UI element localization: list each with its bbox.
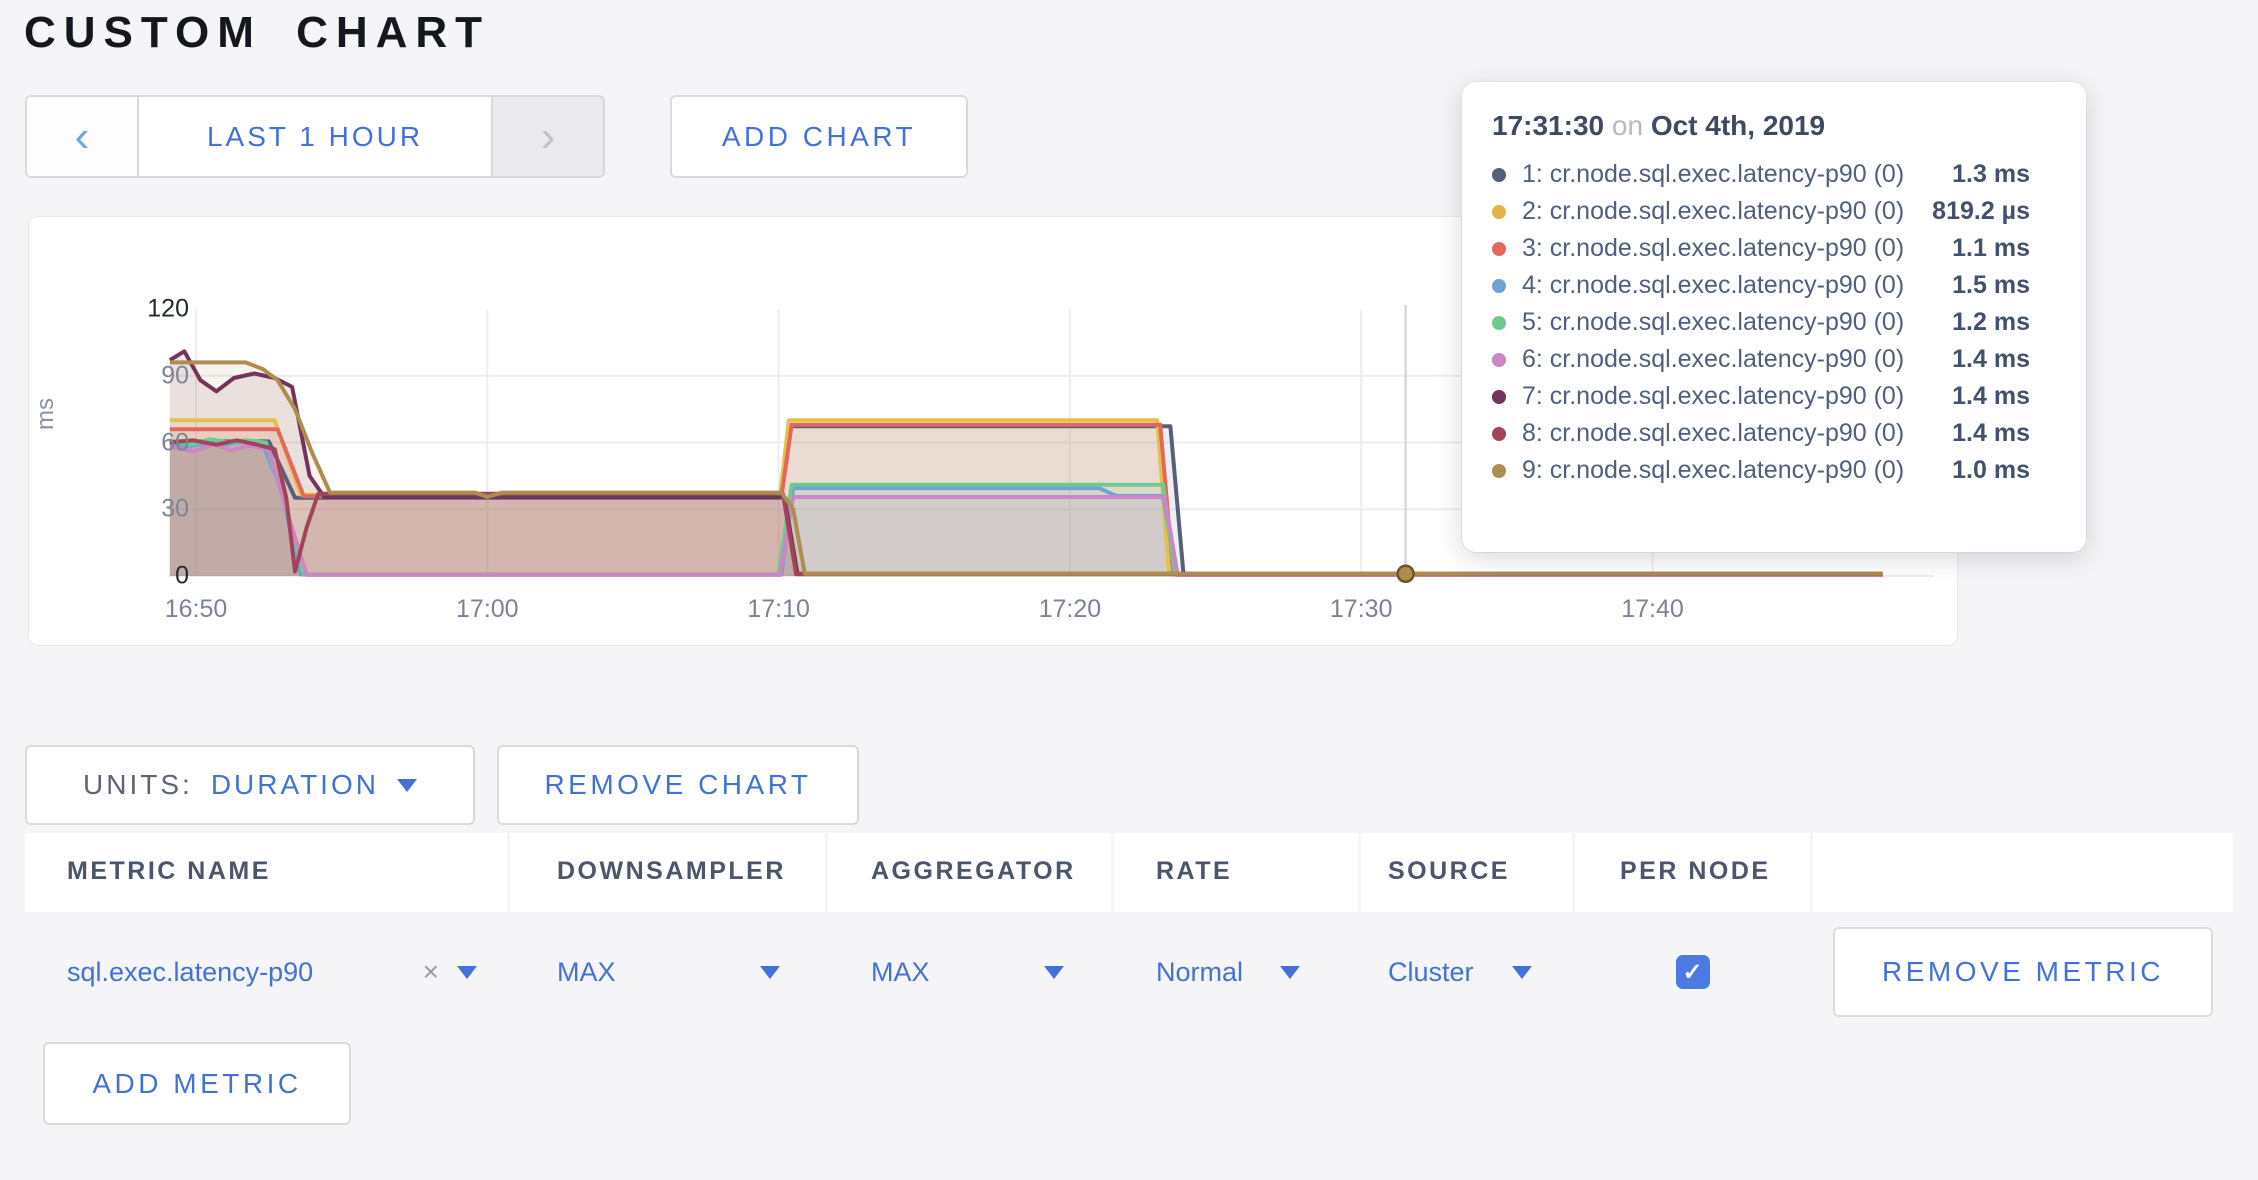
tooltip-series-row: 8: cr.node.sql.exec.latency-p90 (0)1.4 m… bbox=[1492, 415, 2030, 452]
metric-dropdown-icon[interactable] bbox=[457, 966, 477, 979]
tooltip-date: Oct 4th, 2019 bbox=[1651, 110, 1825, 141]
tooltip-series-value: 1.4 ms bbox=[1952, 345, 2030, 374]
tooltip-series-row: 2: cr.node.sql.exec.latency-p90 (0)819.2… bbox=[1492, 193, 2030, 230]
chevron-left-icon: ‹ bbox=[75, 117, 90, 157]
series-color-dot-icon bbox=[1492, 242, 1506, 256]
tooltip-series-row: 7: cr.node.sql.exec.latency-p90 (0)1.4 m… bbox=[1492, 378, 2030, 415]
y-axis-unit-label: ms bbox=[32, 398, 60, 430]
time-prev-button[interactable]: ‹ bbox=[27, 97, 139, 176]
series-color-dot-icon bbox=[1492, 427, 1506, 441]
y-axis-tick-label: 90 bbox=[119, 361, 189, 390]
units-value: DURATION bbox=[211, 769, 379, 801]
remove-chart-button[interactable]: REMOVE CHART bbox=[497, 745, 859, 825]
units-dropdown[interactable]: UNITS: DURATION bbox=[25, 745, 475, 825]
clear-metric-icon[interactable]: × bbox=[423, 956, 439, 988]
tooltip-series-value: 1.1 ms bbox=[1952, 234, 2030, 263]
page-title: CUSTOM CHART bbox=[24, 8, 490, 58]
time-range-selector: ‹ LAST 1 HOUR › bbox=[25, 95, 605, 178]
rate-value[interactable]: Normal bbox=[1156, 957, 1243, 988]
series-color-dot-icon bbox=[1492, 316, 1506, 330]
header-source: SOURCE bbox=[1361, 833, 1572, 912]
rate-dropdown-icon[interactable] bbox=[1280, 966, 1300, 979]
metrics-table-header: METRIC NAME DOWNSAMPLER AGGREGATOR RATE … bbox=[25, 833, 2233, 912]
tooltip-series-value: 1.2 ms bbox=[1952, 308, 2030, 337]
tooltip-series-label: 6: cr.node.sql.exec.latency-p90 (0) bbox=[1522, 345, 1952, 374]
downsampler-dropdown-icon[interactable] bbox=[760, 966, 780, 979]
tooltip-series-label: 7: cr.node.sql.exec.latency-p90 (0) bbox=[1522, 382, 1952, 411]
x-axis-tick-label: 17:00 bbox=[456, 595, 519, 624]
x-axis-tick-label: 17:40 bbox=[1621, 595, 1684, 624]
x-axis-tick-label: 17:10 bbox=[747, 595, 810, 624]
series-color-dot-icon bbox=[1492, 390, 1506, 404]
tooltip-series-label: 4: cr.node.sql.exec.latency-p90 (0) bbox=[1522, 271, 1952, 300]
downsampler-value[interactable]: MAX bbox=[557, 957, 616, 988]
y-axis-tick-label: 30 bbox=[119, 495, 189, 524]
series-color-dot-icon bbox=[1492, 464, 1506, 478]
tooltip-series-label: 9: cr.node.sql.exec.latency-p90 (0) bbox=[1522, 456, 1952, 485]
header-downsampler: DOWNSAMPLER bbox=[510, 833, 825, 912]
chevron-down-icon bbox=[397, 779, 417, 792]
tooltip-series-label: 1: cr.node.sql.exec.latency-p90 (0) bbox=[1522, 160, 1952, 189]
time-window-button[interactable]: LAST 1 HOUR bbox=[139, 97, 491, 176]
tooltip-series-value: 1.4 ms bbox=[1952, 382, 2030, 411]
x-axis-tick-label: 16:50 bbox=[165, 595, 228, 624]
aggregator-dropdown-icon[interactable] bbox=[1044, 966, 1064, 979]
tooltip-series-row: 5: cr.node.sql.exec.latency-p90 (0)1.2 m… bbox=[1492, 304, 2030, 341]
tooltip-series-row: 6: cr.node.sql.exec.latency-p90 (0)1.4 m… bbox=[1492, 341, 2030, 378]
tooltip-series-label: 2: cr.node.sql.exec.latency-p90 (0) bbox=[1522, 197, 1932, 226]
tooltip-series-value: 819.2 µs bbox=[1932, 197, 2030, 226]
tooltip-series-label: 8: cr.node.sql.exec.latency-p90 (0) bbox=[1522, 419, 1952, 448]
series-color-dot-icon bbox=[1492, 205, 1506, 219]
tooltip-series-value: 1.0 ms bbox=[1952, 456, 2030, 485]
header-rate: RATE bbox=[1114, 833, 1358, 912]
tooltip-series-row: 3: cr.node.sql.exec.latency-p90 (0)1.1 m… bbox=[1492, 230, 2030, 267]
tooltip-series-value: 1.5 ms bbox=[1952, 271, 2030, 300]
source-dropdown-icon[interactable] bbox=[1512, 966, 1532, 979]
source-value[interactable]: Cluster bbox=[1388, 957, 1474, 988]
aggregator-value[interactable]: MAX bbox=[871, 957, 930, 988]
per-node-checkbox[interactable]: ✓ bbox=[1676, 955, 1710, 989]
tooltip-series-row: 9: cr.node.sql.exec.latency-p90 (0)1.0 m… bbox=[1492, 452, 2030, 489]
add-metric-button[interactable]: ADD METRIC bbox=[43, 1042, 351, 1125]
hover-point bbox=[1398, 566, 1414, 582]
units-label: UNITS: bbox=[83, 769, 193, 801]
x-axis-tick-label: 17:20 bbox=[1039, 595, 1102, 624]
add-chart-button[interactable]: ADD CHART bbox=[670, 95, 968, 178]
chart-hover-tooltip: 17:31:30 on Oct 4th, 2019 1: cr.node.sql… bbox=[1462, 82, 2086, 552]
series-color-dot-icon bbox=[1492, 168, 1506, 182]
tooltip-series-row: 1: cr.node.sql.exec.latency-p90 (0)1.3 m… bbox=[1492, 156, 2030, 193]
header-actions bbox=[1813, 833, 2233, 912]
tooltip-series-row: 4: cr.node.sql.exec.latency-p90 (0)1.5 m… bbox=[1492, 267, 2030, 304]
series-color-dot-icon bbox=[1492, 353, 1506, 367]
series-color-dot-icon bbox=[1492, 279, 1506, 293]
metric-name-value[interactable]: sql.exec.latency-p90 bbox=[67, 957, 313, 988]
tooltip-series-value: 1.3 ms bbox=[1952, 160, 2030, 189]
tooltip-time: 17:31:30 bbox=[1492, 110, 1604, 141]
tooltip-series-label: 5: cr.node.sql.exec.latency-p90 (0) bbox=[1522, 308, 1952, 337]
tooltip-timestamp: 17:31:30 on Oct 4th, 2019 bbox=[1492, 110, 2030, 142]
header-per-node: PER NODE bbox=[1575, 833, 1810, 912]
y-axis-tick-label: 120 bbox=[119, 295, 189, 324]
metric-row: sql.exec.latency-p90 × MAX MAX Normal Cl… bbox=[25, 912, 2233, 1032]
tooltip-series-label: 3: cr.node.sql.exec.latency-p90 (0) bbox=[1522, 234, 1952, 263]
time-next-button[interactable]: › bbox=[491, 97, 603, 176]
tooltip-on-word: on bbox=[1612, 110, 1643, 141]
header-metric-name: METRIC NAME bbox=[25, 833, 507, 912]
tooltip-series-value: 1.4 ms bbox=[1952, 419, 2030, 448]
tooltip-series-list: 1: cr.node.sql.exec.latency-p90 (0)1.3 m… bbox=[1492, 156, 2030, 489]
y-axis-tick-label: 0 bbox=[119, 562, 189, 591]
chevron-right-icon: › bbox=[541, 117, 556, 157]
remove-metric-button[interactable]: REMOVE METRIC bbox=[1833, 927, 2213, 1017]
header-aggregator: AGGREGATOR bbox=[828, 833, 1111, 912]
x-axis-tick-label: 17:30 bbox=[1330, 595, 1393, 624]
y-axis-tick-label: 60 bbox=[119, 428, 189, 457]
